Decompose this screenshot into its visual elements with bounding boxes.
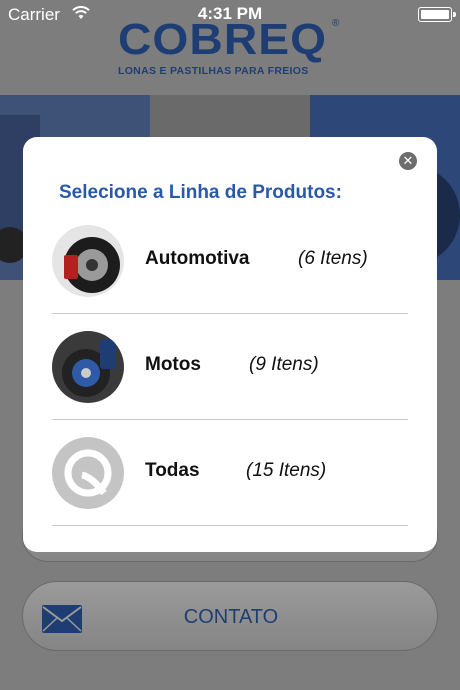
close-icon[interactable]: ✕: [399, 152, 417, 170]
cobreq-q-thumbnail: [52, 437, 124, 509]
option-name: Todas: [145, 460, 200, 481]
modal-title: Selecione a Linha de Produtos:: [59, 182, 342, 203]
contact-button[interactable]: CONTATO: [22, 581, 438, 651]
motorcycle-thumbnail: [52, 331, 124, 403]
battery-icon: [418, 7, 456, 22]
option-name: Motos: [145, 354, 201, 375]
option-count: (9 Itens): [249, 354, 319, 375]
logo-tagline: LONAS E PASTILHAS PARA FREIOS: [118, 65, 309, 77]
option-count: (15 Itens): [246, 460, 327, 481]
option-name: Automotiva: [145, 248, 250, 269]
cobreq-logo: COBREQ ® LONAS E PASTILHAS PARA FREIOS: [118, 18, 348, 78]
automotive-thumbnail: [52, 225, 124, 297]
option-automotiva[interactable]: Automotiva (6 Itens): [52, 208, 408, 314]
product-line-modal: ✕ Selecione a Linha de Produtos: Automot…: [23, 137, 437, 552]
option-motos[interactable]: Motos (9 Itens): [52, 314, 408, 420]
option-count: (6 Itens): [298, 248, 368, 269]
option-todas[interactable]: Todas (15 Itens): [52, 420, 408, 526]
contact-label: CONTATO: [183, 606, 279, 628]
logo-wordmark: COBREQ: [118, 15, 328, 64]
registered-mark: ®: [332, 18, 340, 29]
